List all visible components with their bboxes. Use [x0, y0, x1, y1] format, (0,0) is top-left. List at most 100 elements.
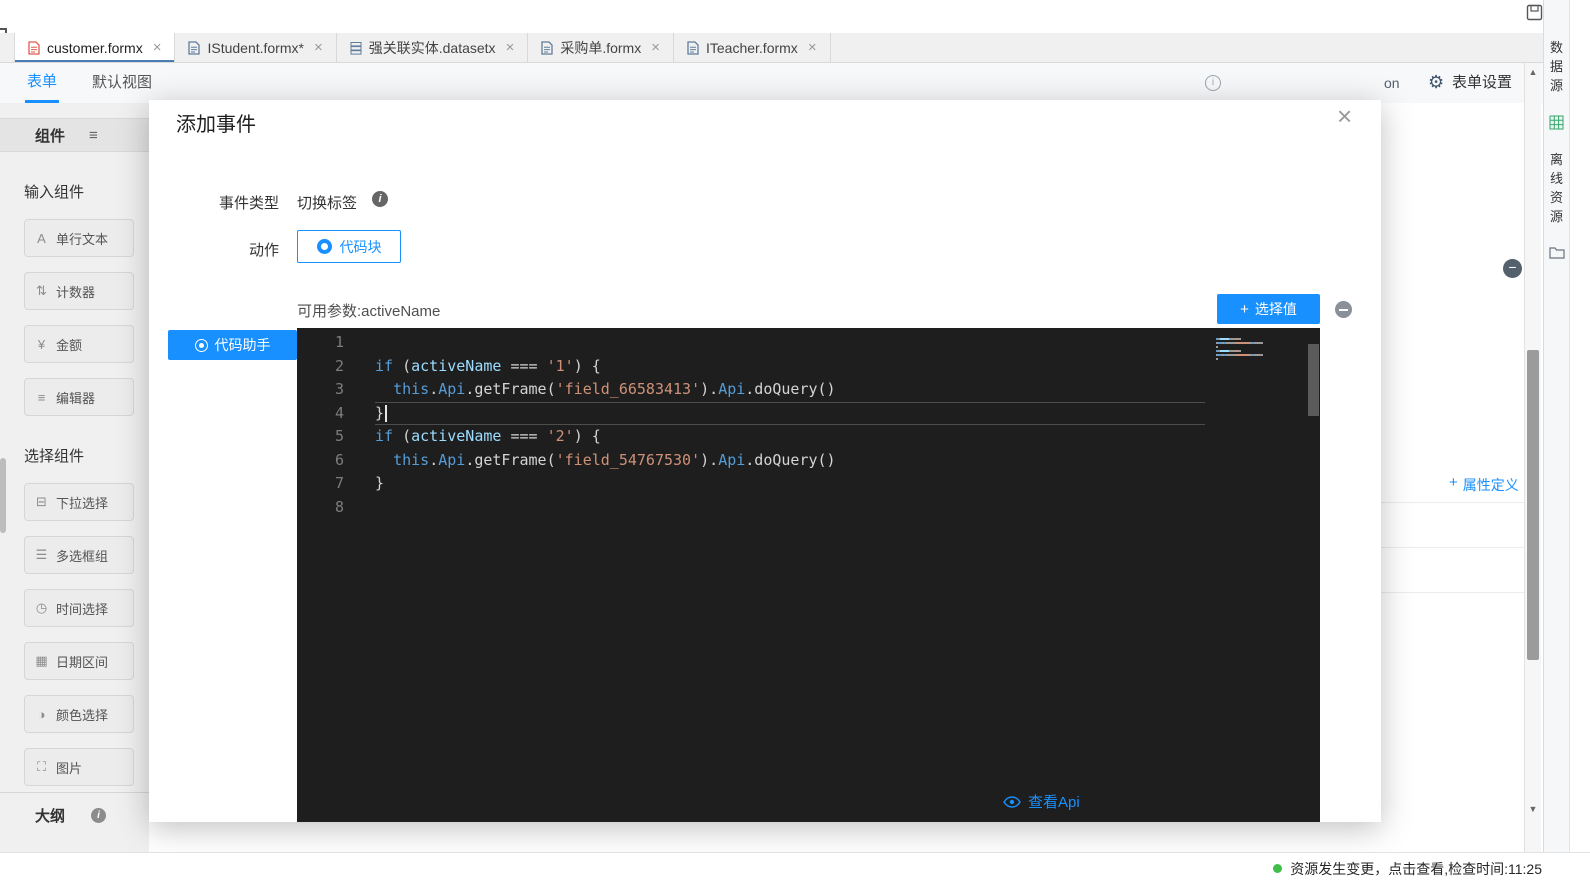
scrollbar-thumb[interactable]	[1527, 350, 1539, 660]
minimap-line	[1216, 351, 1304, 353]
plus-icon: +	[1240, 302, 1249, 317]
code-assistant-icon	[195, 339, 208, 352]
code-block-option[interactable]: 代码块	[297, 230, 401, 263]
line-number: 8	[297, 496, 344, 520]
add-attribute-button[interactable]: + 属性定义	[1449, 475, 1519, 495]
file-tab[interactable]: ITeacher.formx ×	[674, 33, 831, 62]
minimap-line	[1216, 339, 1304, 341]
eye-icon	[1003, 796, 1021, 808]
panel-row-divider	[1381, 592, 1524, 593]
component-item[interactable]: ≡编辑器	[24, 378, 134, 416]
scroll-down-icon[interactable]: ▼	[1525, 804, 1541, 814]
grid-icon[interactable]	[1549, 115, 1564, 130]
date-range-icon: ▦	[34, 653, 49, 669]
available-params-label: 可用参数:activeName	[297, 300, 440, 321]
code-line: if (activeName === '1') {	[375, 355, 1205, 379]
component-item[interactable]: ▦日期区间	[24, 642, 134, 680]
partial-action-text: on	[1384, 63, 1400, 103]
vertical-scrollbar[interactable]: ▲ ▼	[1524, 63, 1541, 852]
checkbox-group-icon: ☰	[34, 547, 49, 563]
tab-close-icon[interactable]: ×	[651, 39, 660, 56]
file-tab[interactable]: customer.formx×	[14, 33, 175, 62]
status-bar: 资源发生变更，点击查看,检查时间:11:25	[0, 852, 1590, 884]
line-numbers: 12345678	[297, 331, 344, 519]
code-assistant-button[interactable]: 代码助手	[168, 330, 297, 360]
minimap-line	[1216, 359, 1304, 361]
scroll-up-icon[interactable]: ▲	[1525, 67, 1541, 77]
component-item[interactable]: ⊟下拉选择	[24, 483, 134, 521]
code-line: this.Api.getFrame('field_54767530').Api.…	[375, 449, 1205, 473]
component-item[interactable]: ⛶图片	[24, 748, 134, 786]
view-api-label: 查看Api	[1028, 791, 1080, 812]
component-item-label: 编辑器	[56, 388, 95, 407]
gear-icon[interactable]: ⚙	[1428, 72, 1444, 92]
minimap-line	[1216, 347, 1304, 349]
collapse-panel-button[interactable]: −	[1503, 259, 1522, 278]
code-line: this.Api.getFrame('field_66583413').Api.…	[375, 378, 1205, 402]
line-number: 6	[297, 449, 344, 473]
color-picker-icon: ◑	[34, 707, 49, 722]
component-item-label: 图片	[56, 758, 82, 777]
form-file-icon	[541, 41, 553, 55]
tab-label: ITeacher.formx	[706, 40, 798, 56]
menu-icon[interactable]: ≡	[89, 127, 98, 144]
component-item[interactable]: A单行文本	[24, 219, 134, 257]
tab-close-icon[interactable]: ×	[506, 39, 515, 56]
minimap-line	[1216, 331, 1304, 333]
event-type-label: 事件类型	[209, 192, 279, 213]
save-icon[interactable]	[1526, 4, 1543, 21]
outline-section[interactable]: 大纲 i	[0, 792, 149, 826]
component-item[interactable]: ¥金额	[24, 325, 134, 363]
sidebar-scrollbar[interactable]	[0, 458, 6, 533]
folder-icon[interactable]	[1549, 246, 1565, 259]
property-panel: + 属性定义 −	[1381, 103, 1524, 852]
editor-scrollbar[interactable]	[1308, 344, 1319, 416]
dock-tab[interactable]: 数据源	[1550, 38, 1563, 95]
close-icon[interactable]: ×	[1337, 101, 1352, 132]
status-message[interactable]: 资源发生变更，点击查看,检查时间:11:25	[1290, 859, 1542, 879]
component-item-label: 计数器	[56, 282, 95, 301]
file-tab[interactable]: 强关联实体.datasetx×	[337, 33, 529, 62]
remove-icon[interactable]	[1335, 301, 1352, 318]
tab-close-icon[interactable]: ×	[314, 39, 323, 56]
tab-bar: customer.formx×IStudent.formx*×强关联实体.dat…	[0, 33, 1543, 63]
component-item[interactable]: ◷时间选择	[24, 589, 134, 627]
component-item-label: 多选框组	[56, 546, 108, 565]
dropdown-select-icon: ⊟	[34, 494, 49, 510]
code-line: }	[375, 402, 1205, 426]
file-tab[interactable]: IStudent.formx* ×	[175, 33, 336, 62]
component-item[interactable]: ◑颜色选择	[24, 695, 134, 733]
outline-info-icon[interactable]: i	[91, 808, 106, 823]
code-content: if (activeName === '1') { this.Api.getFr…	[375, 331, 1205, 519]
select-value-label: 选择值	[1255, 299, 1297, 319]
component-item[interactable]: ⇅计数器	[24, 272, 134, 310]
file-tab[interactable]: 采购单.formx×	[528, 33, 674, 62]
component-item[interactable]: ☰ 多选框组	[24, 536, 134, 574]
status-dot-icon	[1273, 864, 1282, 873]
line-number: 5	[297, 425, 344, 449]
line-number: 2	[297, 355, 344, 379]
dataset-file-icon	[350, 41, 362, 55]
view-api-link[interactable]: 查看Api	[1003, 791, 1080, 812]
line-number: 3	[297, 378, 344, 402]
event-type-info-icon[interactable]: i	[372, 191, 388, 207]
toolbar: 表单 默认视图 i on ⚙ 表单设置	[0, 63, 1543, 103]
code-editor[interactable]: 12345678 if (activeName === '1') { this.…	[297, 328, 1320, 822]
form-settings-button[interactable]: 表单设置	[1452, 63, 1512, 103]
tab-close-icon[interactable]: ×	[808, 39, 817, 56]
code-block-label: 代码块	[340, 237, 382, 257]
components-title: 组件	[35, 125, 65, 146]
tab-default-view[interactable]: 默认视图	[92, 63, 152, 103]
tab-label: IStudent.formx*	[207, 40, 304, 56]
time-picker-icon: ◷	[34, 600, 49, 616]
amount-icon: ¥	[34, 337, 49, 352]
panel-row-divider	[1381, 502, 1524, 503]
dock-tab[interactable]: 离线资源	[1550, 150, 1563, 226]
code-line: }	[375, 472, 1205, 496]
tab-close-icon[interactable]: ×	[153, 39, 162, 56]
select-value-button[interactable]: + 选择值	[1217, 294, 1320, 324]
minimap	[1216, 331, 1304, 363]
add-event-modal: 添加事件 × 事件类型 切换标签 i 动作 代码块 可用参数:activeNam…	[149, 100, 1381, 822]
tab-form[interactable]: 表单	[25, 63, 59, 103]
info-icon[interactable]: i	[1205, 75, 1221, 91]
